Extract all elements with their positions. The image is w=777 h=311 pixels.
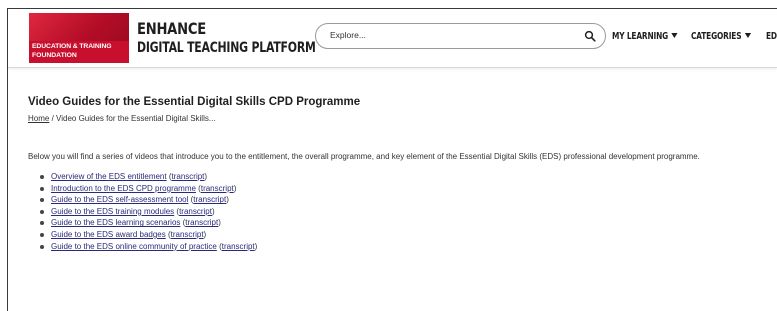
list-item: Guide to the EDS training modules (trans…: [40, 207, 257, 219]
transcript-link[interactable]: transcript: [201, 184, 234, 193]
main-content: Video Guides for the Essential Digital S…: [28, 96, 777, 251]
video-link[interactable]: Introduction to the EDS CPD programme: [51, 184, 196, 193]
logo-red-banner: [29, 13, 129, 41]
video-link[interactable]: Guide to the EDS training modules: [51, 207, 174, 216]
site-header: EDUCATION & TRAINING FOUNDATION ENHANCE …: [8, 9, 777, 68]
video-link[interactable]: Overview of the EDS entitlement: [51, 172, 167, 181]
list-item: Guide to the EDS award badges (transcrip…: [40, 230, 257, 242]
breadcrumb-separator: /: [51, 114, 54, 123]
breadcrumb-home-link[interactable]: Home: [28, 114, 49, 123]
bullet-icon: [40, 221, 44, 226]
search-icon[interactable]: [584, 30, 596, 42]
breadcrumb-current: Video Guides for the Essential Digital S…: [56, 114, 216, 123]
list-item: Guide to the EDS self-assessment tool (t…: [40, 195, 257, 207]
video-guide-list: Overview of the EDS entitlement (transcr…: [40, 172, 257, 253]
transcript-link[interactable]: transcript: [172, 172, 205, 181]
bullet-icon: [40, 175, 44, 179]
video-link[interactable]: Guide to the EDS learning scenarios: [51, 218, 180, 227]
video-link[interactable]: Guide to the EDS self-assessment tool: [51, 195, 188, 204]
logo-text-line2: FOUNDATION: [32, 52, 77, 59]
transcript-link[interactable]: transcript: [222, 242, 255, 251]
logo-text-line1: EDUCATION & TRAINING: [32, 43, 112, 50]
nav-my-learning-label: MY LEARNING: [612, 31, 669, 42]
nav-categories[interactable]: CATEGORIES: [691, 31, 751, 42]
chevron-down-icon: [744, 33, 751, 38]
nav-categories-label: CATEGORIES: [691, 31, 742, 42]
transcript-link[interactable]: transcript: [185, 218, 218, 227]
transcript-link[interactable]: transcript: [171, 230, 204, 239]
etf-logo[interactable]: EDUCATION & TRAINING FOUNDATION: [29, 13, 129, 63]
page-title: Video Guides for the Essential Digital S…: [28, 96, 361, 108]
chevron-down-icon: [671, 33, 678, 38]
breadcrumb: Home / Video Guides for the Essential Di…: [28, 114, 777, 123]
video-link[interactable]: Guide to the EDS online community of pra…: [51, 242, 217, 251]
transcript-link[interactable]: transcript: [179, 207, 212, 216]
brand-title[interactable]: ENHANCE: [137, 19, 206, 38]
nav-my-learning[interactable]: MY LEARNING: [612, 31, 678, 42]
list-item: Overview of the EDS entitlement (transcr…: [40, 172, 257, 184]
nav-eds-label: EDS: [766, 31, 777, 42]
bullet-icon: [40, 198, 44, 203]
search-bar[interactable]: [315, 23, 606, 49]
list-item: Guide to the EDS learning scenarios (tra…: [40, 218, 257, 230]
video-link[interactable]: Guide to the EDS award badges: [51, 230, 166, 239]
bullet-icon: [40, 232, 44, 237]
search-input[interactable]: [330, 30, 570, 40]
intro-text: Below you will find a series of videos t…: [28, 152, 700, 161]
transcript-link[interactable]: transcript: [193, 195, 226, 204]
bullet-icon: [40, 244, 44, 249]
list-item: Introduction to the EDS CPD programme (t…: [40, 184, 257, 196]
nav-eds[interactable]: EDS: [766, 31, 777, 42]
list-item: Guide to the EDS online community of pra…: [40, 242, 257, 254]
bullet-icon: [40, 186, 44, 191]
bullet-icon: [40, 209, 44, 214]
brand-subtitle[interactable]: DIGITAL TEACHING PLATFORM: [137, 40, 316, 56]
